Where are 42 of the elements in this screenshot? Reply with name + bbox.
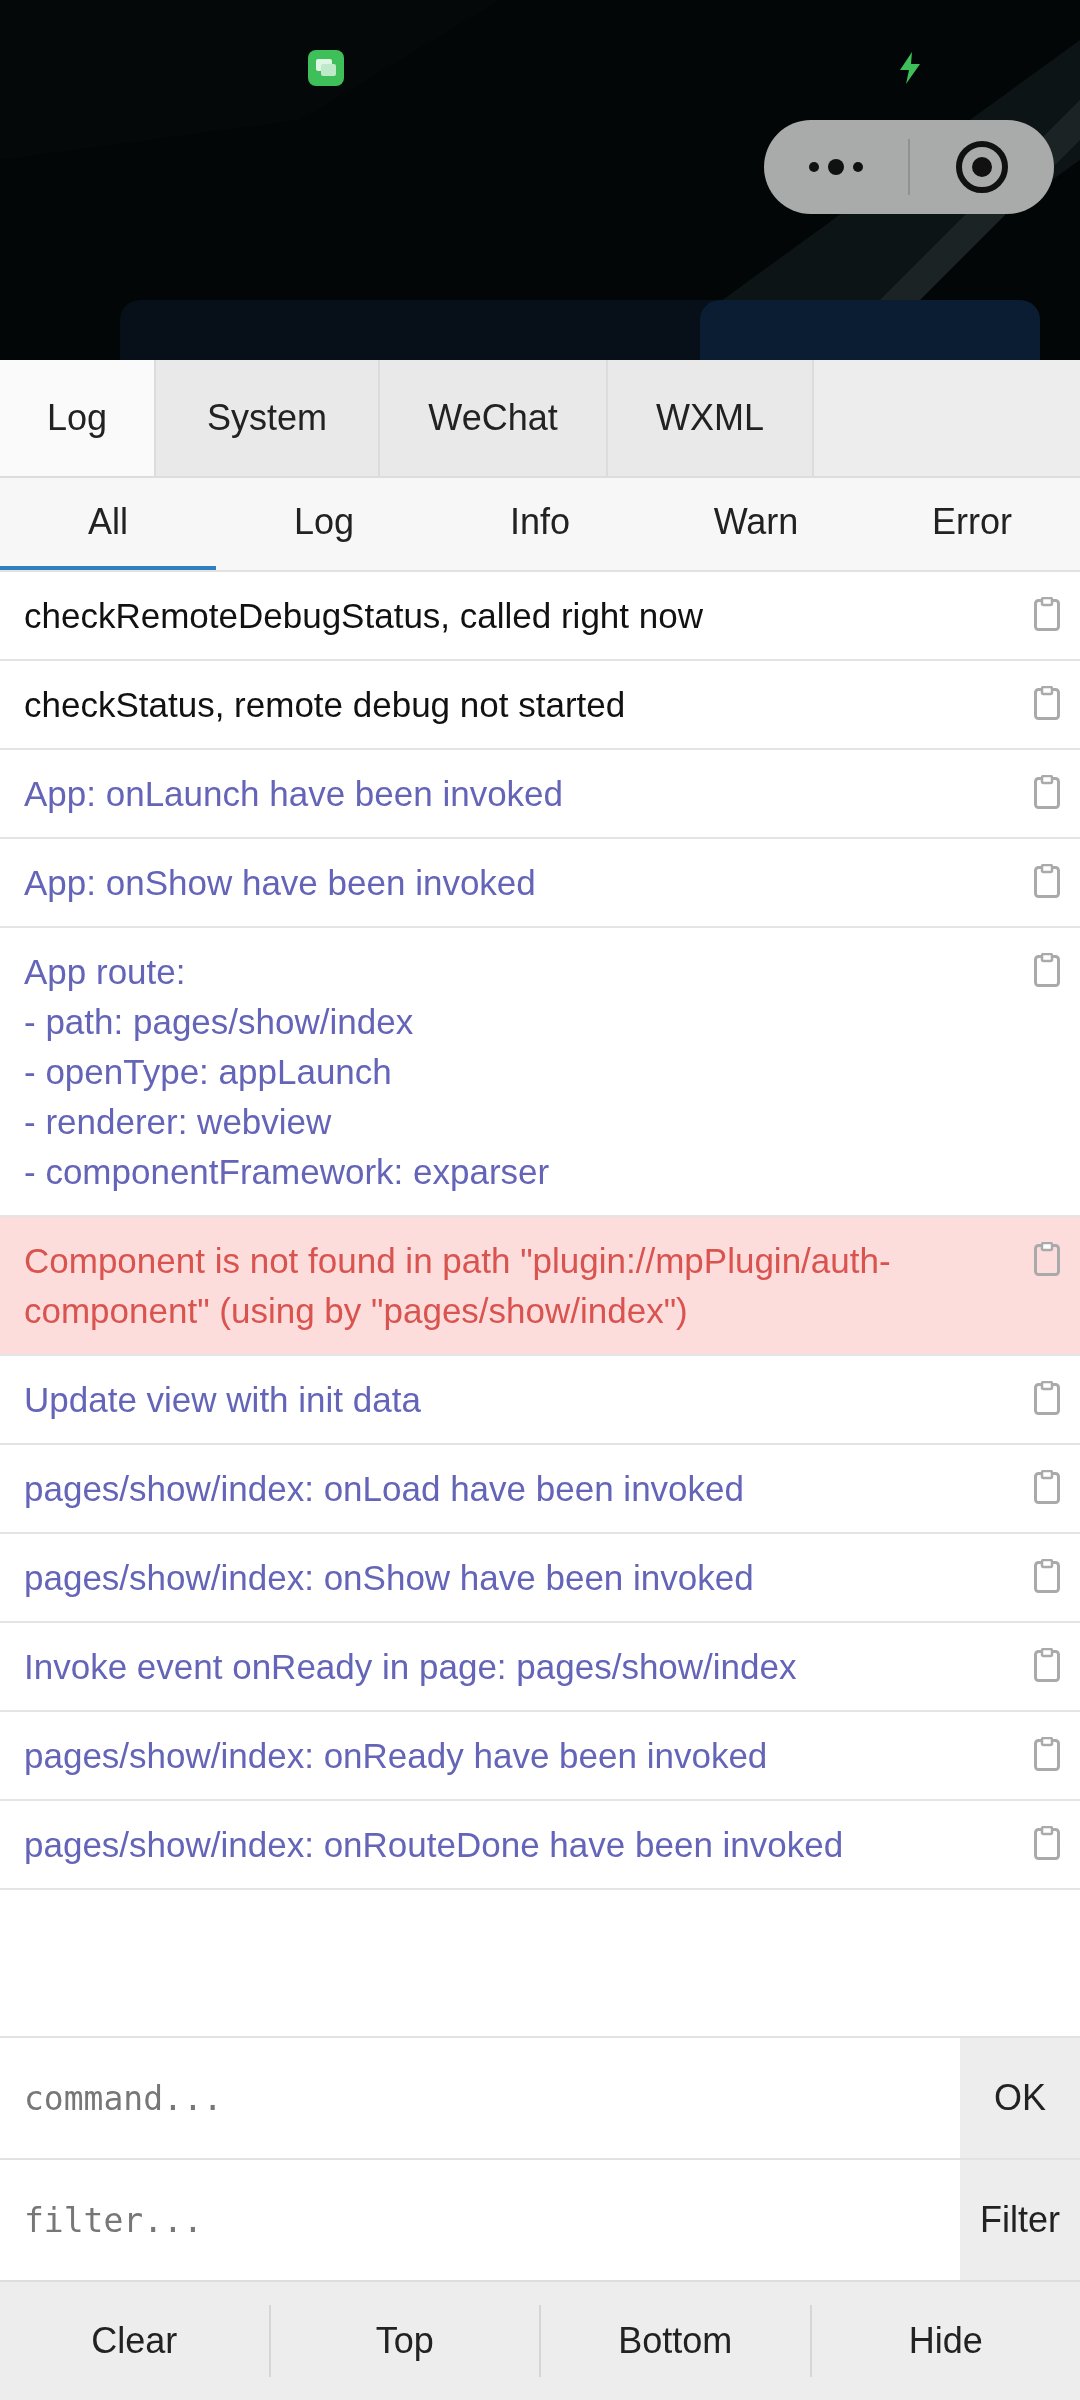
clipboard-icon[interactable] — [1034, 1242, 1060, 1276]
clipboard-icon[interactable] — [1034, 864, 1060, 898]
clipboard-icon[interactable] — [1034, 686, 1060, 720]
toolbar-button[interactable]: Top — [268, 2305, 539, 2377]
clipboard-icon[interactable] — [1034, 953, 1060, 987]
clipboard-icon[interactable] — [1034, 597, 1060, 631]
filter-tab[interactable]: Info — [432, 478, 648, 570]
log-message: checkRemoteDebugStatus, called right now — [24, 595, 704, 637]
toolbar-button[interactable]: Hide — [809, 2305, 1080, 2377]
log-message: App: onLaunch have been invoked — [24, 773, 565, 815]
tab[interactable]: System — [156, 360, 380, 476]
ok-button[interactable]: OK — [960, 2038, 1080, 2158]
tab[interactable]: WeChat — [380, 360, 608, 476]
log-message: Invoke event onReady in page: pages/show/index — [24, 1646, 798, 1688]
log-message: App route: - path: pages/show/index - openType: appLaunch - renderer: webview - componentFramework: exparser — [24, 951, 551, 1193]
clipboard-icon[interactable] — [1034, 775, 1060, 809]
filter-tab[interactable]: Log — [216, 478, 432, 570]
toolbar-button[interactable]: Clear — [0, 2305, 269, 2377]
charging-icon — [900, 52, 920, 84]
tab[interactable]: Log — [0, 360, 156, 476]
chat-icon — [308, 50, 344, 86]
toolbar-button[interactable]: Bottom — [539, 2305, 810, 2377]
clipboard-icon[interactable] — [1034, 1381, 1060, 1415]
log-message: pages/show/index: onReady have been invoked — [24, 1735, 769, 1777]
log-message: Update view with init data — [24, 1379, 422, 1421]
close-icon[interactable] — [954, 139, 1010, 195]
clipboard-icon[interactable] — [1034, 1559, 1060, 1593]
filter-tab[interactable]: Error — [864, 478, 1080, 570]
clipboard-icon[interactable] — [1034, 1826, 1060, 1860]
clipboard-icon[interactable] — [1034, 1648, 1060, 1682]
clipboard-icon[interactable] — [1034, 1737, 1060, 1771]
more-icon[interactable] — [806, 157, 866, 177]
log-message: pages/show/index: onRouteDone have been invoked — [24, 1824, 845, 1866]
log-message: pages/show/index: onShow have been invoked — [24, 1557, 755, 1599]
log-message: Component is not found in path "plugin://mpPlugin/auth-component" (using by "pages/show/index") — [24, 1240, 892, 1332]
log-message: pages/show/index: onLoad have been invoked — [24, 1468, 745, 1510]
filter-tab[interactable]: Warn — [648, 478, 864, 570]
log-message: App: onShow have been invoked — [24, 862, 537, 904]
filter-button[interactable]: Filter — [960, 2160, 1080, 2280]
clipboard-icon[interactable] — [1034, 1470, 1060, 1504]
log-message: checkStatus, remote debug not started — [24, 684, 627, 726]
tab[interactable]: WXML — [608, 360, 814, 476]
